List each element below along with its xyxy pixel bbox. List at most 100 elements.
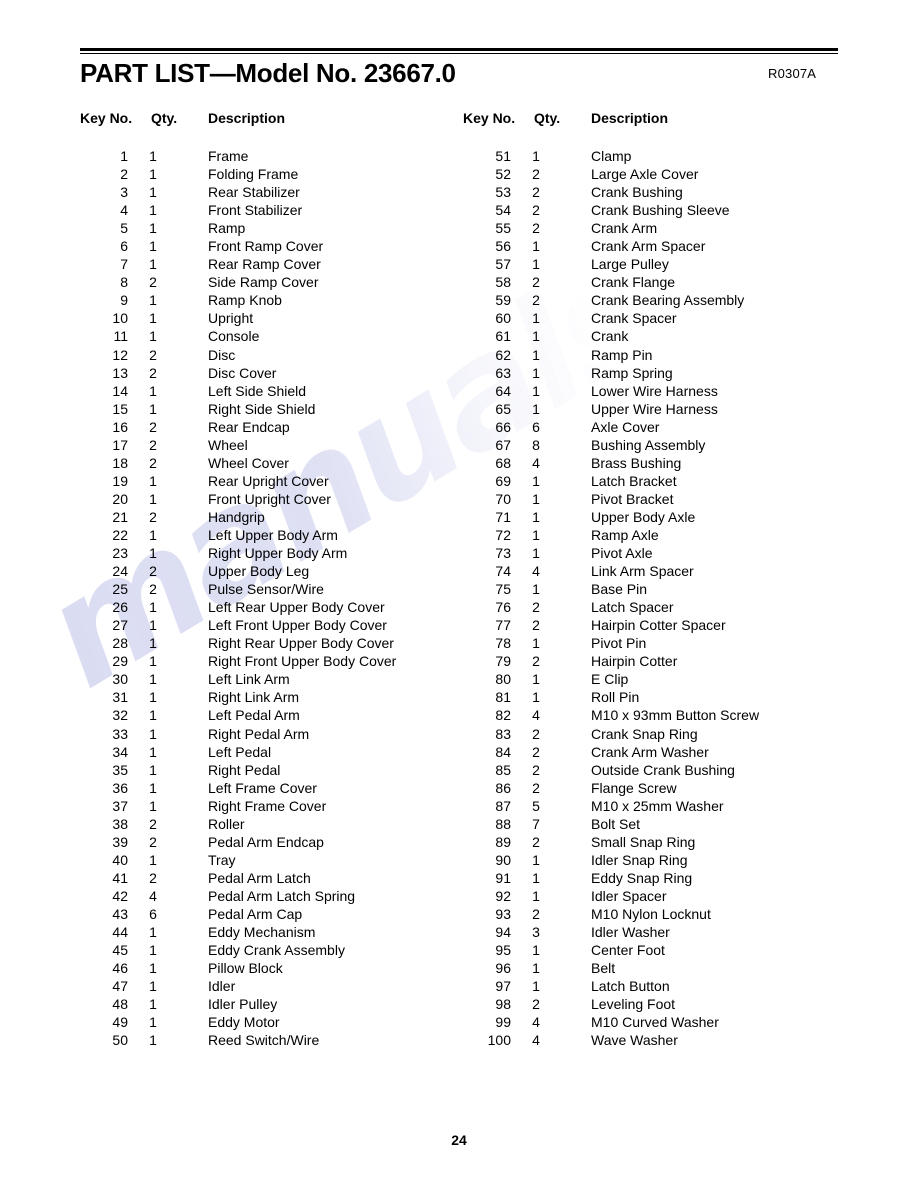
part-key-number: 75 [495, 581, 511, 598]
part-quantity: 2 [532, 779, 540, 796]
part-quantity: 1 [532, 508, 540, 525]
part-quantity: 1 [149, 1014, 157, 1031]
part-description: Idler [208, 978, 236, 995]
part-quantity: 1 [149, 978, 157, 995]
part-key-number: 17 [112, 436, 128, 453]
part-description: Left Front Upper Body Cover [208, 617, 387, 634]
part-quantity: 2 [532, 833, 540, 850]
part-key-number: 47 [112, 978, 128, 995]
part-key-number: 82 [495, 707, 511, 724]
part-description: Front Stabilizer [208, 202, 303, 219]
part-quantity: 2 [532, 220, 540, 237]
part-quantity: 1 [532, 346, 540, 363]
part-description: Tray [208, 851, 236, 868]
part-description: Pedal Arm Cap [208, 905, 303, 922]
part-quantity: 1 [149, 779, 157, 796]
part-quantity: 4 [532, 707, 540, 724]
part-quantity: 1 [149, 382, 157, 399]
part-key-number: 70 [495, 490, 511, 507]
part-key-number: 4 [120, 202, 128, 219]
part-description: Belt [591, 960, 616, 977]
part-quantity: 1 [149, 220, 157, 237]
part-key-number: 60 [495, 310, 511, 327]
part-quantity: 1 [149, 689, 157, 706]
part-quantity: 1 [149, 671, 157, 688]
part-quantity: 1 [149, 725, 157, 742]
part-key-number: 45 [112, 942, 128, 959]
part-description: Roller [208, 815, 245, 832]
part-key-number: 79 [495, 653, 511, 670]
part-quantity: 1 [149, 310, 157, 327]
part-quantity: 2 [532, 274, 540, 291]
part-quantity: 1 [149, 166, 157, 183]
part-description: Brass Bushing [591, 454, 682, 471]
part-quantity: 1 [149, 490, 157, 507]
part-quantity: 1 [532, 472, 540, 489]
part-quantity: 1 [149, 851, 157, 868]
part-quantity: 1 [149, 238, 157, 255]
part-key-number: 83 [495, 725, 511, 742]
part-description: Rear Ramp Cover [208, 256, 321, 273]
part-description: Center Foot [591, 942, 665, 959]
part-quantity: 8 [532, 436, 540, 453]
part-description: Crank Snap Ring [591, 725, 698, 742]
part-key-number: 41 [112, 869, 128, 886]
part-quantity: 2 [532, 743, 540, 760]
part-quantity: 1 [149, 148, 157, 164]
part-quantity: 4 [532, 1014, 540, 1031]
part-key-number: 55 [495, 220, 511, 237]
part-quantity: 1 [532, 238, 540, 255]
part-quantity: 1 [149, 256, 157, 273]
part-key-number: 44 [112, 924, 128, 941]
part-description: Frame [208, 148, 249, 164]
part-key-number: 32 [112, 707, 128, 724]
part-quantity: 4 [532, 563, 540, 580]
part-quantity: 2 [149, 346, 157, 363]
part-quantity: 1 [149, 400, 157, 417]
part-quantity: 1 [149, 653, 157, 670]
part-quantity: 1 [149, 202, 157, 219]
part-key-number: 89 [495, 833, 511, 850]
part-quantity: 2 [532, 202, 540, 219]
part-key-number: 51 [495, 148, 511, 164]
part-description: Link Arm Spacer [591, 563, 694, 580]
part-quantity: 1 [149, 942, 157, 959]
part-description: Left Rear Upper Body Cover [208, 599, 385, 616]
part-key-number: 71 [495, 508, 511, 525]
part-quantity: 2 [532, 725, 540, 742]
part-quantity: 2 [532, 599, 540, 616]
part-key-number: 14 [112, 382, 128, 399]
header-qty-right: Qty. [534, 110, 561, 126]
part-key-number: 10 [112, 310, 128, 327]
part-key-number: 34 [112, 743, 128, 760]
part-key-number: 68 [495, 454, 511, 471]
part-key-number: 77 [495, 617, 511, 634]
part-description: Left Link Arm [208, 671, 290, 688]
part-description: E Clip [591, 671, 629, 688]
part-key-number: 31 [112, 689, 128, 706]
part-description: Eddy Motor [208, 1014, 280, 1031]
part-description: Right Pedal Arm [208, 725, 310, 742]
part-quantity: 2 [532, 761, 540, 778]
part-quantity: 1 [532, 256, 540, 273]
part-description: Left Pedal [208, 743, 272, 760]
part-description: Upper Body Leg [208, 563, 310, 580]
part-description: M10 x 93mm Button Screw [591, 707, 760, 724]
part-description: Pedal Arm Endcap [208, 833, 324, 850]
part-quantity: 2 [149, 581, 157, 598]
part-quantity: 1 [149, 761, 157, 778]
part-key-number: 80 [495, 671, 511, 688]
part-key-number: 59 [495, 292, 511, 309]
part-description: Reed Switch/Wire [208, 1032, 320, 1049]
part-quantity: 1 [532, 581, 540, 598]
part-quantity: 1 [149, 184, 157, 201]
part-key-number: 30 [112, 671, 128, 688]
part-quantity: 2 [532, 184, 540, 201]
part-description: Base Pin [591, 581, 648, 598]
part-description: Pillow Block [208, 960, 283, 977]
part-description: Clamp [591, 148, 632, 164]
page-number: 24 [451, 1132, 467, 1148]
part-key-number: 42 [112, 887, 128, 904]
part-quantity: 6 [532, 418, 540, 435]
part-quantity: 1 [149, 797, 157, 814]
